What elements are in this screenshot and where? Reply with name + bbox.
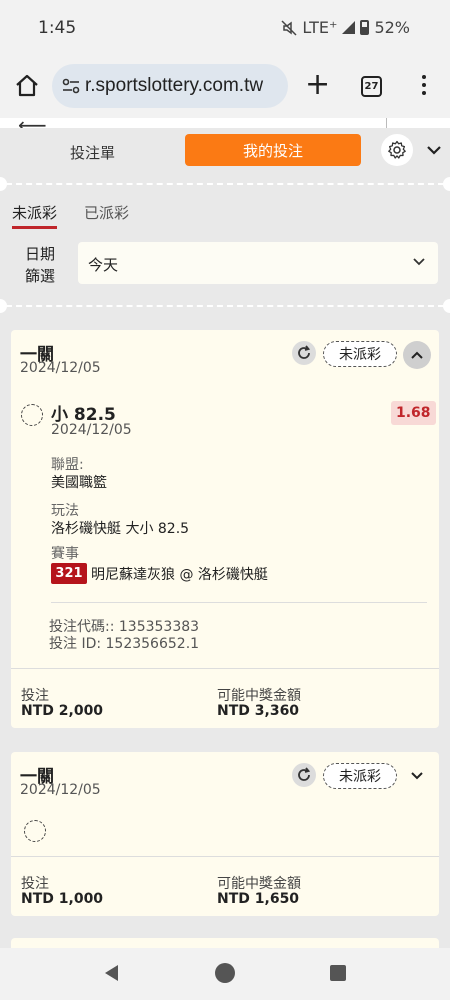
bet-date: 2024/12/05	[20, 782, 101, 798]
site-settings-icon[interactable]	[62, 78, 80, 94]
stake-label: 投注	[21, 688, 49, 704]
battery-icon	[360, 20, 370, 35]
status-badge: 未派彩	[323, 341, 397, 367]
payout-value: NTD 3,360	[217, 703, 300, 719]
battery-percent: 52%	[374, 18, 410, 37]
ticket-notch	[443, 299, 450, 313]
divider	[6, 305, 444, 307]
bet-tabs: 投注單 我的投注	[0, 128, 450, 180]
date-filter-value: 今天	[88, 256, 119, 274]
bet-card-footer: 投注 NTD 1,000 可能中獎金額 NTD 1,650	[11, 856, 439, 916]
divider	[51, 602, 427, 603]
status-bar: 1:45 LTE⁺ 52%	[0, 0, 450, 56]
league-value: 美國職籃	[51, 475, 107, 491]
gear-icon	[388, 140, 406, 159]
browser-toolbar: r.sportslottery.com.tw + 27	[0, 56, 450, 118]
settings-button[interactable]	[381, 134, 413, 166]
home-circle-icon[interactable]	[215, 963, 235, 983]
tab-unsettled[interactable]: 未派彩	[12, 202, 57, 223]
active-tab-indicator	[12, 226, 57, 229]
bet-id: 投注 ID: 152356652.1	[49, 636, 200, 652]
date-filter-label: 日期篩選	[24, 245, 55, 285]
chevron-up-icon	[411, 351, 423, 359]
odds-badge: 1.68	[391, 401, 436, 425]
home-icon[interactable]	[14, 73, 40, 99]
refresh-button[interactable]	[292, 341, 316, 365]
tab-my-bets[interactable]: 我的投注	[185, 134, 361, 166]
refresh-icon	[298, 345, 311, 359]
bet-panel: 投注單 我的投注 未派彩 已派彩 日期篩選 今天 一關 2024/12/05 未…	[0, 128, 450, 948]
chevron-down-icon	[413, 258, 425, 266]
selection-radio[interactable]	[24, 820, 46, 842]
market-label: 玩法	[51, 503, 79, 519]
payout-value: NTD 1,650	[217, 891, 300, 907]
bet-date: 2024/12/05	[20, 360, 101, 376]
bet-card: 一關 2024/12/05 未派彩 投注 NTD 1,000 可能中獎金額 NT…	[11, 752, 439, 916]
bet-card-footer: 投注 NTD 2,000 可能中獎金額 NTD 3,360	[11, 668, 439, 728]
refresh-button[interactable]	[292, 763, 316, 787]
selection-radio[interactable]	[21, 404, 43, 426]
league-label: 聯盟:	[51, 457, 84, 473]
ticket-notch	[443, 177, 450, 191]
url-text: r.sportslottery.com.tw	[85, 75, 264, 96]
payout-label: 可能中獎金額	[217, 688, 301, 704]
payout-label: 可能中獎金額	[217, 876, 301, 892]
recent-apps-icon[interactable]	[330, 965, 346, 981]
event-name: 明尼蘇達灰狼 @ 洛杉磯快艇	[91, 567, 268, 583]
stake-label: 投注	[21, 876, 49, 892]
divider	[6, 183, 444, 185]
status-time: 1:45	[38, 18, 77, 38]
status-badge: 未派彩	[323, 763, 397, 789]
event-label: 賽事	[51, 546, 79, 562]
stake-value: NTD 2,000	[21, 703, 104, 719]
status-indicators: LTE⁺ 52%	[281, 18, 410, 37]
new-tab-button[interactable]: +	[305, 70, 330, 100]
bet-card	[11, 938, 439, 948]
more-menu-icon[interactable]	[414, 75, 434, 99]
mute-icon	[281, 19, 297, 36]
chevron-down-icon[interactable]	[408, 767, 426, 785]
signal-icon	[342, 21, 356, 34]
refresh-icon	[298, 767, 311, 781]
bet-card: 一關 2024/12/05 未派彩 小 82.5 2024/12/05 1.68…	[11, 330, 439, 728]
system-navigation-bar	[0, 948, 450, 1000]
address-bar[interactable]: r.sportslottery.com.tw	[52, 64, 288, 108]
tab-bet-slip[interactable]: 投注單	[70, 142, 115, 163]
market-value: 洛杉磯快艇 大小 82.5	[51, 521, 190, 537]
network-type: LTE⁺	[302, 18, 338, 37]
tab-switcher-button[interactable]: 27	[361, 76, 382, 97]
selection-date: 2024/12/05	[51, 422, 132, 438]
ticket-notch	[0, 299, 7, 313]
chevron-down-icon[interactable]	[424, 140, 444, 160]
stake-value: NTD 1,000	[21, 891, 104, 907]
date-filter-select[interactable]: 今天	[78, 242, 438, 284]
collapse-card-button[interactable]	[403, 341, 431, 369]
game-number-badge: 321	[51, 563, 87, 584]
back-icon[interactable]	[105, 965, 118, 981]
tab-settled[interactable]: 已派彩	[84, 202, 129, 223]
